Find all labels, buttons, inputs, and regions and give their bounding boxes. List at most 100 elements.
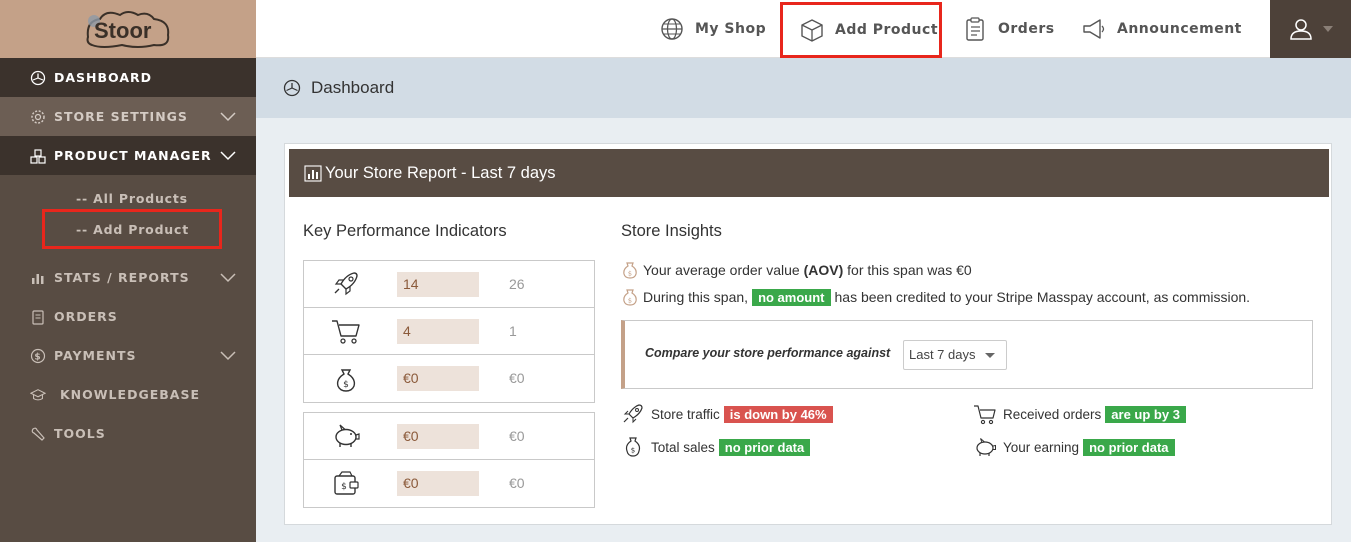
- caret-down-icon: [985, 353, 995, 358]
- nav-announcement[interactable]: Announcement: [1081, 0, 1242, 58]
- kpi-title: Key Performance Indicators: [303, 222, 507, 240]
- status-badge: no prior data: [1083, 438, 1175, 456]
- breadcrumb: Dashboard: [256, 58, 1351, 118]
- sidebar-item-orders[interactable]: ORDERS: [0, 297, 256, 336]
- money-bag-icon: $: [625, 437, 641, 457]
- stat-received-orders: Received orders are up by 3: [973, 403, 1190, 425]
- sidebar: DASHBOARD STORE SETTINGS PRODUCT MANAGER…: [0, 58, 256, 542]
- money-bag-icon: $: [623, 262, 637, 279]
- chevron-down-icon: [220, 111, 236, 121]
- user-menu[interactable]: [1270, 0, 1351, 58]
- svg-text:$: $: [343, 380, 349, 390]
- piggy-bank-icon: [976, 438, 996, 456]
- boxes-icon: [30, 148, 46, 164]
- svg-text:$: $: [341, 482, 347, 492]
- chevron-down-icon: [220, 272, 236, 282]
- dollar-circle-icon: $: [30, 348, 46, 363]
- logo-text: Stoor: [94, 18, 152, 43]
- page-title: Dashboard: [311, 78, 395, 97]
- stat-label: Received orders: [1003, 406, 1102, 422]
- sidebar-item-label: TOOLS: [54, 426, 106, 441]
- insight-commission-prefix: During this span,: [643, 289, 749, 305]
- kpi-table-secondary: €0 €0 $ €0 €0: [303, 412, 595, 508]
- caret-down-icon: [1322, 26, 1333, 32]
- sidebar-item-label: ORDERS: [54, 309, 118, 324]
- money-bag-icon: $: [623, 289, 637, 306]
- compare-period-value: Last 7 days: [909, 347, 976, 362]
- cart-icon: [332, 320, 360, 344]
- insight-aov-bold: (AOV): [803, 262, 844, 278]
- status-badge: no amount: [752, 288, 831, 306]
- wrench-icon: [31, 427, 45, 441]
- nav-orders[interactable]: Orders: [962, 0, 1055, 58]
- kpi-table: 14 26 4 1 $ €0 €0: [303, 260, 595, 403]
- sidebar-item-stats-reports[interactable]: STATS / REPORTS: [0, 258, 256, 297]
- kpi-current-value: 4: [397, 319, 479, 344]
- chevron-down-icon: [220, 150, 236, 160]
- kpi-previous-value: 26: [509, 276, 525, 292]
- cart-icon: [974, 405, 996, 425]
- insight-commission: $ During this span, no amount has been c…: [621, 287, 1250, 307]
- box-icon: [801, 19, 823, 42]
- insights-title: Store Insights: [621, 222, 722, 240]
- report-header: Your Store Report - Last 7 days: [289, 149, 1329, 197]
- status-badge: no prior data: [718, 438, 811, 456]
- insight-commission-suffix: has been credited to your Stripe Masspay…: [834, 289, 1251, 305]
- svg-text:$: $: [631, 447, 635, 455]
- stat-label: Your earning: [1003, 439, 1080, 455]
- insight-aov-prefix: Your average order value: [643, 262, 804, 278]
- rocket-icon: [334, 272, 358, 296]
- svg-text:$: $: [34, 352, 41, 362]
- bar-chart-icon: [32, 273, 44, 284]
- svg-text:$: $: [628, 297, 632, 305]
- compare-label: Compare your store performance against: [645, 346, 891, 360]
- dashboard-icon: [283, 79, 301, 97]
- sidebar-item-payments[interactable]: $ PAYMENTS: [0, 336, 256, 375]
- rocket-icon: [623, 404, 643, 424]
- sidebar-item-label: DASHBOARD: [54, 70, 153, 85]
- megaphone-icon: [1083, 19, 1105, 39]
- kpi-row: $ €0 €0: [304, 460, 594, 507]
- nav-my-shop-label: My Shop: [695, 21, 767, 37]
- piggy-bank-icon: [335, 424, 360, 447]
- kpi-row: €0 €0: [304, 413, 594, 460]
- graduation-cap-icon: [30, 388, 46, 400]
- nav-announcement-label: Announcement: [1117, 21, 1242, 37]
- stat-your-earning: Your earning no prior data: [973, 436, 1179, 458]
- chevron-down-icon: [220, 350, 236, 360]
- sidebar-item-tools[interactable]: TOOLS: [0, 414, 256, 453]
- insight-aov-suffix: for this span was €0: [843, 262, 972, 278]
- sidebar-item-label: STORE SETTINGS: [54, 109, 188, 124]
- sidebar-item-knowledgebase[interactable]: KNOWLEDGEBASE: [0, 375, 256, 414]
- brand-logo[interactable]: Stoor: [0, 0, 256, 58]
- money-bag-icon: $: [336, 369, 356, 392]
- kpi-previous-value: €0: [509, 370, 525, 386]
- sidebar-item-dashboard[interactable]: DASHBOARD: [0, 58, 256, 97]
- sidebar-item-product-manager[interactable]: PRODUCT MANAGER: [0, 136, 256, 175]
- kpi-row: 4 1: [304, 308, 594, 355]
- kpi-current-value: €0: [397, 471, 479, 496]
- svg-text:$: $: [628, 270, 632, 278]
- top-navbar: My Shop Add Product Orders Announcement: [256, 0, 1351, 58]
- clipboard-icon: [32, 309, 44, 325]
- dashboard-icon: [30, 70, 46, 85]
- sidebar-item-label: PAYMENTS: [54, 348, 137, 363]
- sidebar-item-store-settings[interactable]: STORE SETTINGS: [0, 97, 256, 136]
- nav-orders-label: Orders: [998, 21, 1055, 37]
- sidebar-subitem-all-products[interactable]: -- All Products: [76, 191, 188, 206]
- kpi-row: 14 26: [304, 261, 594, 308]
- user-icon: [1289, 19, 1312, 40]
- kpi-previous-value: €0: [509, 475, 525, 491]
- stat-total-sales: $ Total sales no prior data: [621, 436, 814, 458]
- kpi-current-value: €0: [397, 424, 479, 449]
- status-badge: are up by 3: [1105, 405, 1186, 423]
- nav-add-product[interactable]: Add Product: [780, 2, 942, 58]
- kpi-previous-value: €0: [509, 428, 525, 444]
- nav-my-shop[interactable]: My Shop: [659, 0, 766, 58]
- stat-label: Store traffic: [651, 406, 720, 422]
- sidebar-item-label: KNOWLEDGEBASE: [60, 387, 200, 402]
- highlight-box: [42, 209, 222, 249]
- compare-period-select[interactable]: Last 7 days: [903, 340, 1007, 370]
- report-chart-icon: [304, 165, 322, 182]
- sidebar-item-label: STATS / REPORTS: [54, 270, 190, 285]
